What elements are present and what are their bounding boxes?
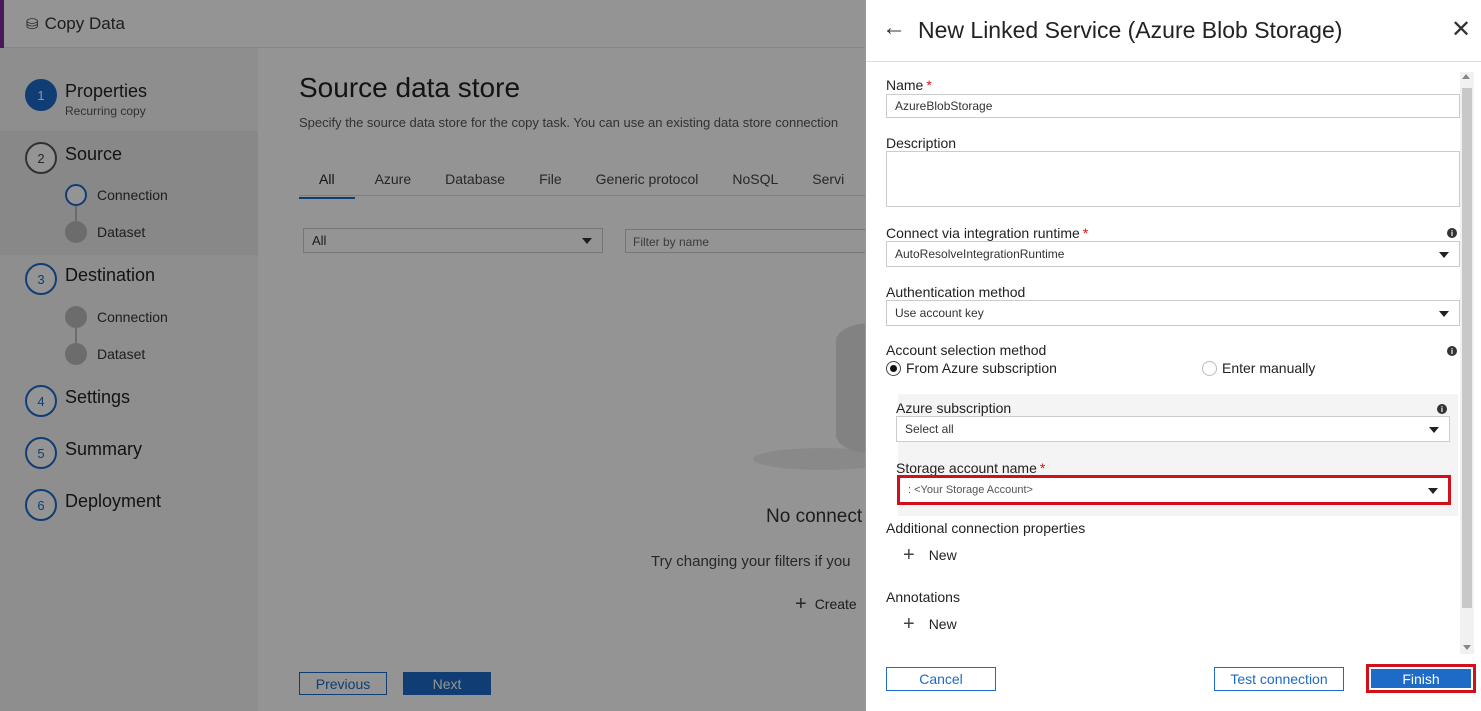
plus-icon: + (903, 613, 915, 635)
info-icon[interactable]: i (1447, 346, 1457, 356)
panel-header: ← New Linked Service (Azure Blob Storage… (866, 0, 1481, 62)
chevron-down-icon (1429, 427, 1439, 433)
integration-runtime-select[interactable]: AutoResolveIntegrationRuntime (886, 241, 1460, 267)
scroll-thumb[interactable] (1462, 88, 1472, 608)
radio-selected-icon (886, 360, 901, 376)
radio-from-subscription[interactable]: From Azure subscription (886, 360, 1057, 376)
azure-subscription-select[interactable]: Select all (896, 416, 1450, 442)
authentication-method-select[interactable]: Use account key (886, 300, 1460, 326)
panel-scrollbar[interactable] (1460, 72, 1474, 654)
azure-subscription-value: Select all (905, 422, 954, 436)
finish-button-highlight: Finish (1366, 664, 1476, 693)
linked-service-form: Name * AzureBlobStorage Description Conne… (886, 62, 1461, 654)
chevron-down-icon (1439, 252, 1449, 258)
add-annotation-button[interactable]: + New (903, 614, 957, 634)
close-icon[interactable]: ✕ (1451, 15, 1471, 44)
radio-label: Enter manually (1222, 360, 1316, 376)
new-label: New (928, 547, 957, 563)
name-label: Name * (886, 77, 932, 93)
cancel-button[interactable]: Cancel (886, 667, 996, 691)
name-input[interactable]: AzureBlobStorage (886, 94, 1460, 118)
chevron-down-icon (1428, 488, 1438, 494)
radio-enter-manually[interactable]: Enter manually (1202, 360, 1315, 376)
chevron-down-icon (1439, 311, 1449, 317)
test-connection-button[interactable]: Test connection (1214, 667, 1344, 691)
storage-account-select[interactable]: : <Your Storage Account> (897, 475, 1451, 505)
radio-unselected-icon (1202, 360, 1217, 376)
description-textarea[interactable] (886, 151, 1460, 207)
storage-account-value: : <Your Storage Account> (908, 484, 1033, 496)
azure-subscription-label: Azure subscription (896, 400, 1012, 416)
radio-label: From Azure subscription (906, 360, 1057, 376)
storage-account-label: Storage account name * (896, 460, 1046, 476)
info-icon[interactable]: i (1437, 404, 1447, 414)
finish-button[interactable]: Finish (1371, 669, 1471, 688)
integration-runtime-value: AutoResolveIntegrationRuntime (895, 247, 1065, 261)
scroll-down-icon[interactable] (1463, 645, 1471, 650)
info-icon[interactable]: i (1447, 228, 1457, 238)
add-property-button[interactable]: + New (903, 545, 957, 565)
authentication-method-value: Use account key (895, 306, 984, 320)
account-selection-label: Account selection method (886, 342, 1047, 358)
new-linked-service-panel: ← New Linked Service (Azure Blob Storage… (865, 0, 1481, 711)
authentication-method-label: Authentication method (886, 284, 1026, 300)
plus-icon: + (903, 544, 915, 566)
additional-properties-label: Additional connection properties (886, 520, 1086, 536)
scroll-up-icon[interactable] (1462, 74, 1470, 79)
annotations-label: Annotations (886, 589, 960, 605)
panel-title: New Linked Service (Azure Blob Storage) (918, 17, 1343, 43)
back-arrow-icon[interactable]: ← (882, 14, 906, 42)
integration-runtime-label: Connect via integration runtime * (886, 225, 1089, 241)
new-label: New (928, 616, 957, 632)
description-label: Description (886, 135, 957, 151)
panel-footer: Cancel Test connection Finish (866, 654, 1481, 711)
